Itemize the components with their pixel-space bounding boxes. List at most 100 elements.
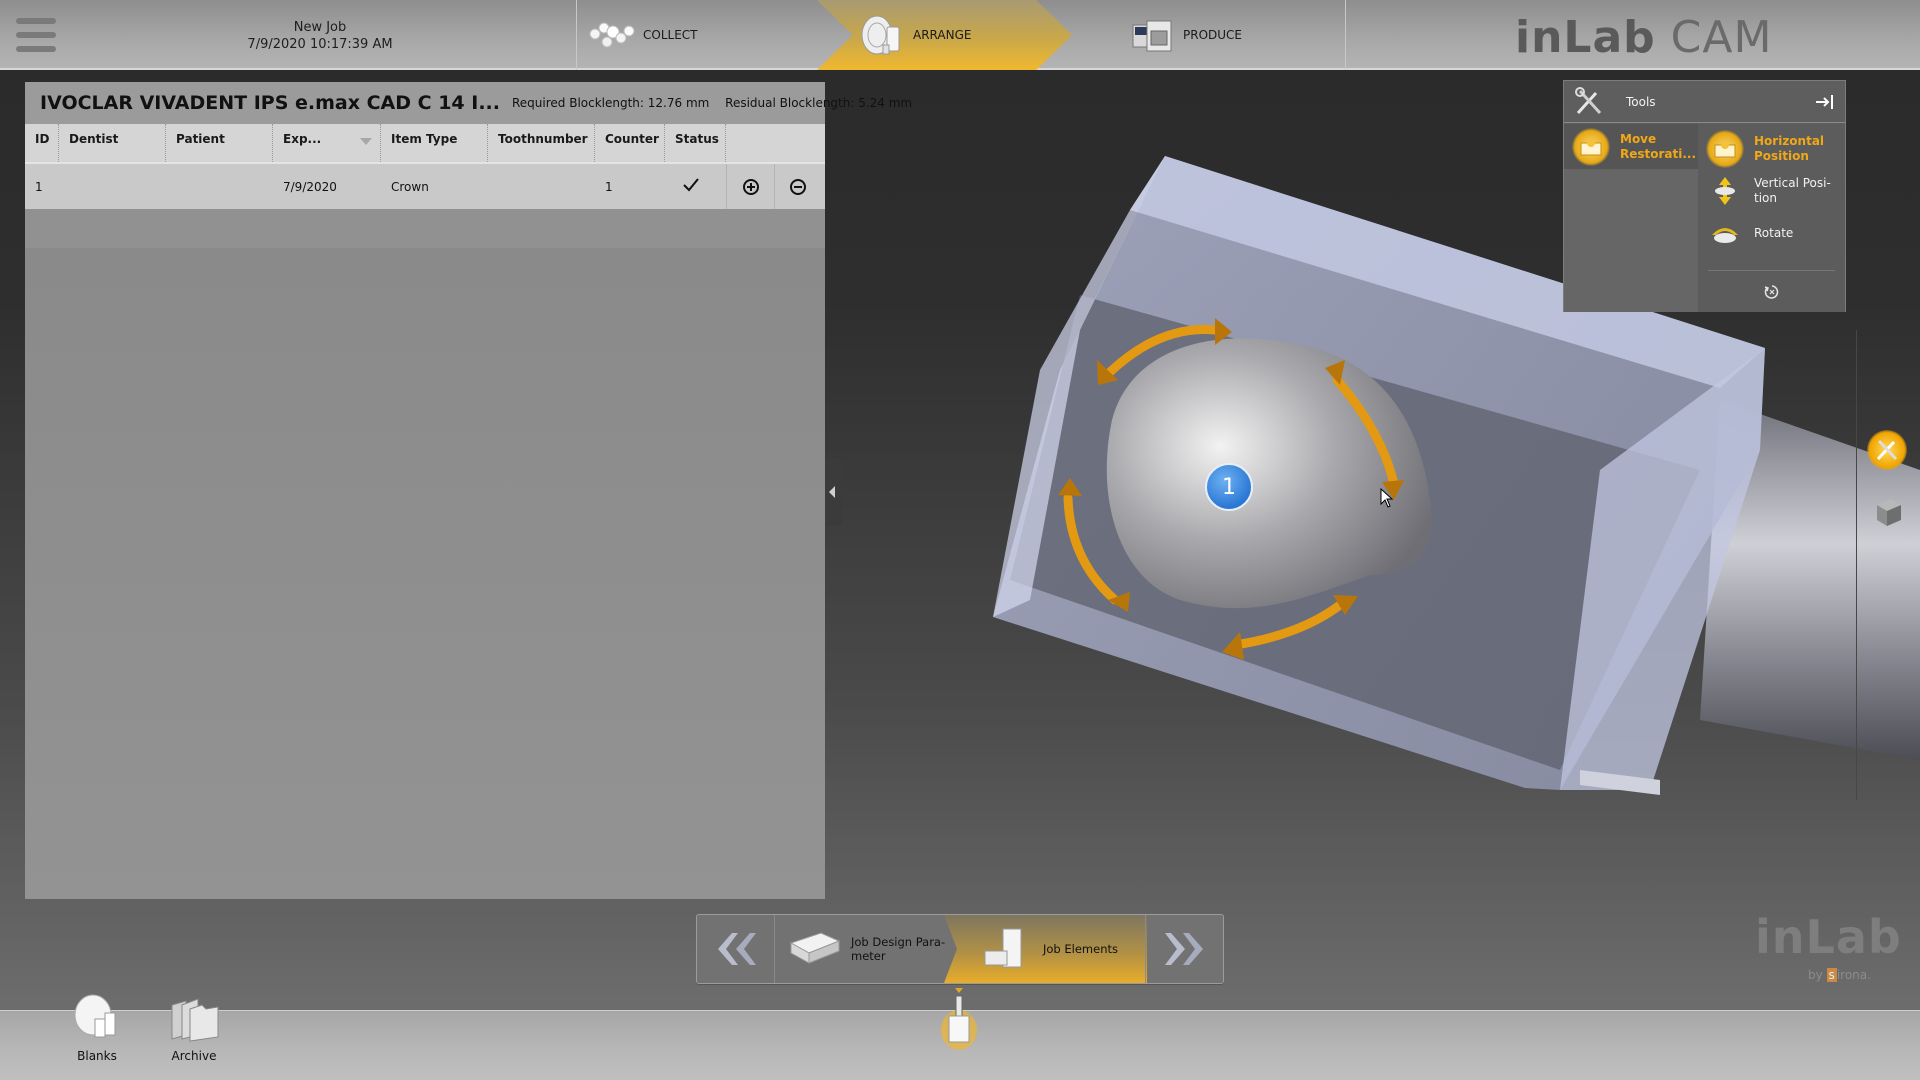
table-header: ID Dentist Patient Exp... Item Type Toot… <box>25 124 825 164</box>
check-icon <box>683 178 699 192</box>
column-status[interactable]: Status <box>665 124 726 162</box>
reset-button[interactable] <box>1698 274 1845 310</box>
dock-label: Blanks <box>77 1049 117 1063</box>
move-restoration-icon <box>1572 127 1610 166</box>
cell-exp: 7/9/2020 <box>283 179 337 194</box>
phase-bar: COLLECT ARRANGE PRODUCE <box>576 0 1346 70</box>
phase-produce[interactable]: PRODUCE <box>1097 0 1337 70</box>
watermark-s: s <box>1826 968 1837 982</box>
restoration-marker[interactable]: 1 <box>1205 463 1253 511</box>
dock-blanks[interactable]: Blanks <box>62 994 132 1063</box>
job-datetime: 7/9/2020 10:17:39 AM <box>247 37 393 52</box>
phase-collect[interactable]: COLLECT <box>587 0 817 70</box>
table-row[interactable]: 1 7/9/2020 Crown 1 <box>25 164 825 209</box>
double-chevron-right-icon <box>1164 933 1203 965</box>
side-divider <box>1856 330 1857 800</box>
hamburger-line <box>16 46 56 52</box>
category-label: Move Restorati... <box>1620 131 1697 161</box>
sort-descending-icon <box>360 138 372 145</box>
cell-item-type: Crown <box>391 179 429 194</box>
tool-options: Horizontal Position Vertical Posi-tion R… <box>1698 124 1845 312</box>
brand-bold: inLab <box>1515 12 1656 63</box>
minus-circle-icon <box>790 178 806 195</box>
sirona-watermark: by s irona. <box>1808 968 1871 982</box>
job-elements-icon <box>984 928 1022 968</box>
tools-toggle-button[interactable] <box>1867 430 1907 470</box>
watermark-by: by <box>1808 968 1823 982</box>
brand-light: CAM <box>1670 12 1773 63</box>
previous-step-button[interactable] <box>697 915 775 983</box>
next-step-button[interactable] <box>1145 915 1223 983</box>
hamburger-line <box>16 32 56 38</box>
remove-element-button[interactable] <box>774 164 821 209</box>
column-id[interactable]: ID <box>25 124 59 162</box>
job-design-parameter-icon <box>789 932 841 964</box>
arrange-icon <box>857 13 907 57</box>
tool-vertical-position[interactable]: Vertical Posi-tion <box>1698 170 1845 212</box>
cell-status <box>665 178 726 195</box>
tool-label: Rotate <box>1754 225 1794 240</box>
column-counter[interactable]: Counter <box>595 124 665 162</box>
collapse-panel-button[interactable] <box>826 458 842 526</box>
column-toothnumber[interactable]: Toothnumber <box>488 124 595 162</box>
required-blocklength: Required Blocklength: 12.76 mm <box>511 96 710 110</box>
step-job-elements[interactable]: Job Elements <box>944 915 1147 983</box>
block-title: IVOCLAR VIVADENT IPS e.max CAD C 14 I... <box>40 92 500 114</box>
divider <box>1708 270 1835 271</box>
horizontal-position-icon <box>1706 130 1744 168</box>
watermark-rest: irona. <box>1836 968 1871 982</box>
plus-circle-icon <box>742 178 759 195</box>
pin-panel-icon[interactable] <box>1815 94 1835 110</box>
step-job-design-parameter[interactable]: Job Design Para-meter <box>775 915 955 983</box>
tools-panel: Tools Move Restorati... Horizontal Posit… <box>1563 80 1846 312</box>
double-chevron-left-icon <box>717 933 756 965</box>
step-wizard: Job Design Para-meter Job Elements <box>696 914 1224 984</box>
collect-icon <box>587 13 637 57</box>
column-item-type[interactable]: Item Type <box>381 124 488 162</box>
panel-header: IVOCLAR VIVADENT IPS e.max CAD C 14 I...… <box>25 82 912 124</box>
category-move-restoration[interactable]: Move Restorati... <box>1564 124 1698 169</box>
tool-categories: Move Restorati... <box>1564 124 1698 312</box>
blanks-icon <box>62 994 132 1043</box>
column-patient[interactable]: Patient <box>166 124 273 162</box>
mouse-cursor <box>1380 488 1394 508</box>
tool-label: Horizontal Position <box>1754 134 1825 163</box>
phase-produce-label: PRODUCE <box>1183 28 1243 42</box>
job-info: New Job 7/9/2020 10:17:39 AM <box>200 19 440 53</box>
menu-button[interactable] <box>16 18 56 54</box>
app-brand: inLab CAM <box>1515 12 1772 63</box>
table-empty-area <box>25 248 825 899</box>
column-exp-label: Exp... <box>283 132 322 146</box>
vertical-position-icon <box>1706 172 1744 210</box>
phase-arrange[interactable]: ARRANGE <box>817 0 1072 70</box>
add-element-button[interactable] <box>726 164 774 209</box>
step-label: Job Elements <box>1043 942 1118 956</box>
job-name: New Job <box>293 20 347 35</box>
inlab-watermark: inLab <box>1755 910 1902 964</box>
tools-header: Tools <box>1564 81 1845 123</box>
step-label: Job Design Para-meter <box>851 935 946 963</box>
tool-horizontal-position[interactable]: Horizontal Position <box>1698 128 1845 170</box>
cell-counter: 1 <box>605 179 613 194</box>
dock-label: Archive <box>171 1049 217 1063</box>
column-dentist[interactable]: Dentist <box>59 124 166 162</box>
top-bar: New Job 7/9/2020 10:17:39 AM COLLECT ARR… <box>0 0 1920 70</box>
view-cube-icon[interactable] <box>1871 495 1905 529</box>
tool-rotate[interactable]: Rotate <box>1698 212 1845 254</box>
active-blank-icon[interactable] <box>940 992 978 1050</box>
phase-collect-label: COLLECT <box>643 28 698 42</box>
hamburger-line <box>16 18 56 24</box>
dock-archive[interactable]: Archive <box>159 998 229 1063</box>
wrench-screwdriver-icon <box>1876 439 1898 461</box>
rotate-icon <box>1706 214 1744 252</box>
archive-folder-icon <box>159 998 229 1043</box>
tools-wrench-screwdriver-icon <box>1564 86 1614 117</box>
phase-arrange-label: ARRANGE <box>913 28 972 42</box>
tools-title: Tools <box>1626 94 1656 109</box>
reset-icon <box>1764 285 1778 299</box>
column-exp[interactable]: Exp... <box>273 124 381 162</box>
job-elements-panel: IVOCLAR VIVADENT IPS e.max CAD C 14 I...… <box>25 82 912 899</box>
tool-label: Vertical Posi-tion <box>1754 176 1831 205</box>
produce-icon <box>1127 13 1177 57</box>
cell-id: 1 <box>35 179 43 194</box>
